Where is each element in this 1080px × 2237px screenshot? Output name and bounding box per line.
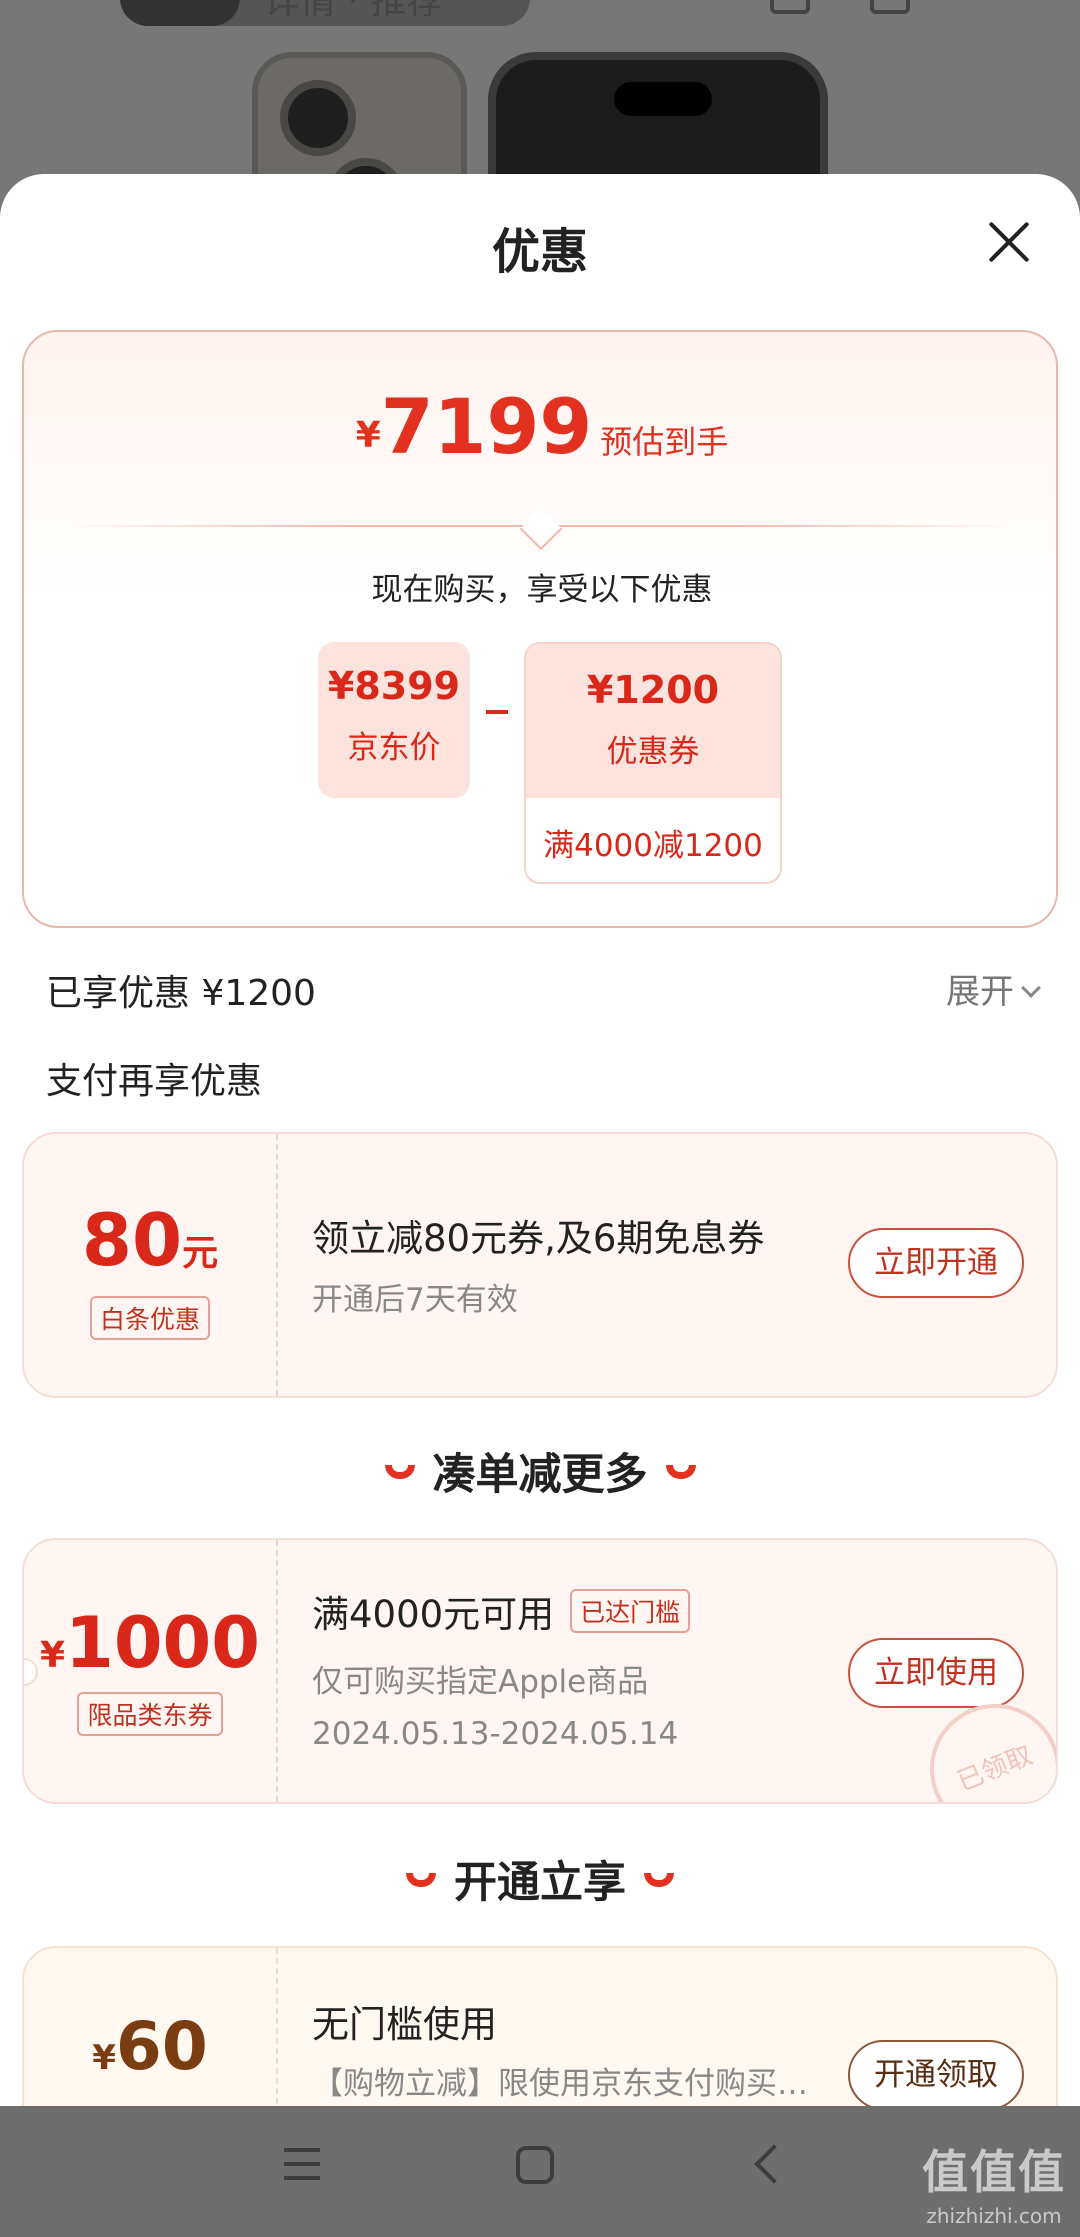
smile-icon [644, 1873, 674, 1887]
coupon-discount-box: ¥1200 优惠券 满4000减1200 [524, 642, 782, 884]
estimated-price-value: 7199 [380, 382, 593, 471]
open-offer-amount: ¥60 [24, 2008, 276, 2085]
product-tabs: 详情 · 推荐 [120, 0, 530, 26]
watermark-logo: 值值值 [922, 2145, 1066, 2199]
estimated-price-label: 预估到手 [600, 423, 729, 461]
system-nav-bar: 值值值 zhizhizhi.com [0, 2106, 1080, 2237]
currency-symbol: ¥ [355, 415, 381, 456]
recent-apps-icon[interactable] [284, 2148, 320, 2182]
home-icon[interactable] [516, 2146, 554, 2184]
section-more-label: 凑单减更多 [432, 1450, 648, 1500]
watermark: 值值值 zhizhizhi.com [922, 2136, 1066, 2228]
product-tab-active [120, 0, 240, 26]
section-more-title: 凑单减更多 [0, 1440, 1080, 1502]
product-tab-text: 详情 · 推荐 [264, 0, 443, 22]
divider-notch [519, 507, 563, 551]
jd-coupon-amount-value: 1000 [65, 1602, 260, 1684]
jd-coupon-title-text: 满4000元可用 [312, 1593, 555, 1636]
baitiao-title: 领立减80元券,及6期免息券 [312, 1217, 765, 1260]
threshold-reached-badge: 已达门槛 [570, 1589, 691, 1633]
jd-coupon-card: ¥1000 限品类东券 满4000元可用 已达门槛 仅可购买指定Apple商品 2… [22, 1538, 1058, 1804]
dynamic-island [614, 82, 712, 116]
activate-claim-button[interactable]: 开通领取 [848, 2040, 1024, 2110]
baitiao-amount-unit: 元 [182, 1233, 219, 1274]
baitiao-offer-card: 80元 白条优惠 领立减80元券,及6期免息券 开通后7天有效 立即开通 [22, 1132, 1058, 1398]
sheet-title: 优惠 [491, 224, 588, 280]
open-offer-currency: ¥ [92, 2038, 116, 2078]
jd-coupon-scope: 仅可购买指定Apple商品 [312, 1664, 649, 1700]
jd-price-label: 京东价 [347, 730, 441, 766]
open-offer-title: 无门槛使用 [312, 2003, 497, 2046]
jd-price-value: ¥8399 [327, 664, 461, 708]
open-offer-subtitle: 【购物立减】限使用京东支付购买… [312, 2066, 808, 2102]
cart-icon [770, 0, 810, 14]
share-icon [870, 0, 910, 14]
smile-icon [665, 1465, 696, 1479]
jd-coupon-title: 满4000元可用 已达门槛 [312, 1584, 691, 1638]
watermark-url: zhizhizhi.com [926, 2204, 1062, 2228]
expand-button[interactable]: 展开 [946, 964, 1041, 1013]
baitiao-tag: 白条优惠 [89, 1296, 210, 1340]
discount-sheet: 优惠 ¥7199 预估到手 现在购买，享受以下优惠 ¥8399 京东价 ¥1200… [0, 174, 1080, 2237]
use-now-button[interactable]: 立即使用 [848, 1638, 1024, 1708]
open-offer-amount-value: 60 [115, 2008, 208, 2085]
baitiao-subtitle: 开通后7天有效 [312, 1282, 518, 1318]
enjoyed-discount: 已享优惠 ¥1200 [46, 973, 316, 1014]
smile-icon [384, 1465, 415, 1479]
close-icon[interactable] [978, 212, 1038, 272]
section-open-title: 开通立享 [0, 1848, 1080, 1910]
camera-lens-icon [280, 80, 356, 156]
baitiao-amount-value: 80 [81, 1198, 183, 1282]
expand-label: 展开 [946, 972, 1014, 1012]
price-summary-card: ¥7199 预估到手 现在购买，享受以下优惠 ¥8399 京东价 ¥1200 优惠… [22, 330, 1058, 928]
jd-coupon-currency: ¥ [40, 1635, 66, 1676]
activate-now-button[interactable]: 立即开通 [848, 1228, 1024, 1298]
buy-now-text: 现在购买，享受以下优惠 [371, 572, 713, 608]
minus-sign [486, 710, 508, 714]
estimated-price: ¥7199 预估到手 [24, 382, 1060, 471]
jd-coupon-tag: 限品类东券 [77, 1692, 223, 1736]
pay-more-title: 支付再享优惠 [46, 1061, 263, 1102]
jd-coupon-amount: ¥1000 [24, 1602, 276, 1684]
back-icon[interactable] [754, 2144, 794, 2184]
chevron-down-icon [1021, 978, 1041, 998]
coupon-discount-value: ¥1200 [586, 668, 720, 712]
jd-price-box: ¥8399 京东价 [318, 642, 470, 798]
coupon-condition: 满4000减1200 [543, 828, 763, 864]
smile-icon [406, 1873, 436, 1887]
baitiao-amount: 80元 [24, 1198, 276, 1282]
coupon-discount-label: 优惠券 [606, 734, 700, 770]
jd-coupon-validity: 2024.05.13-2024.05.14 [312, 1716, 679, 1752]
section-open-label: 开通立享 [454, 1858, 626, 1908]
